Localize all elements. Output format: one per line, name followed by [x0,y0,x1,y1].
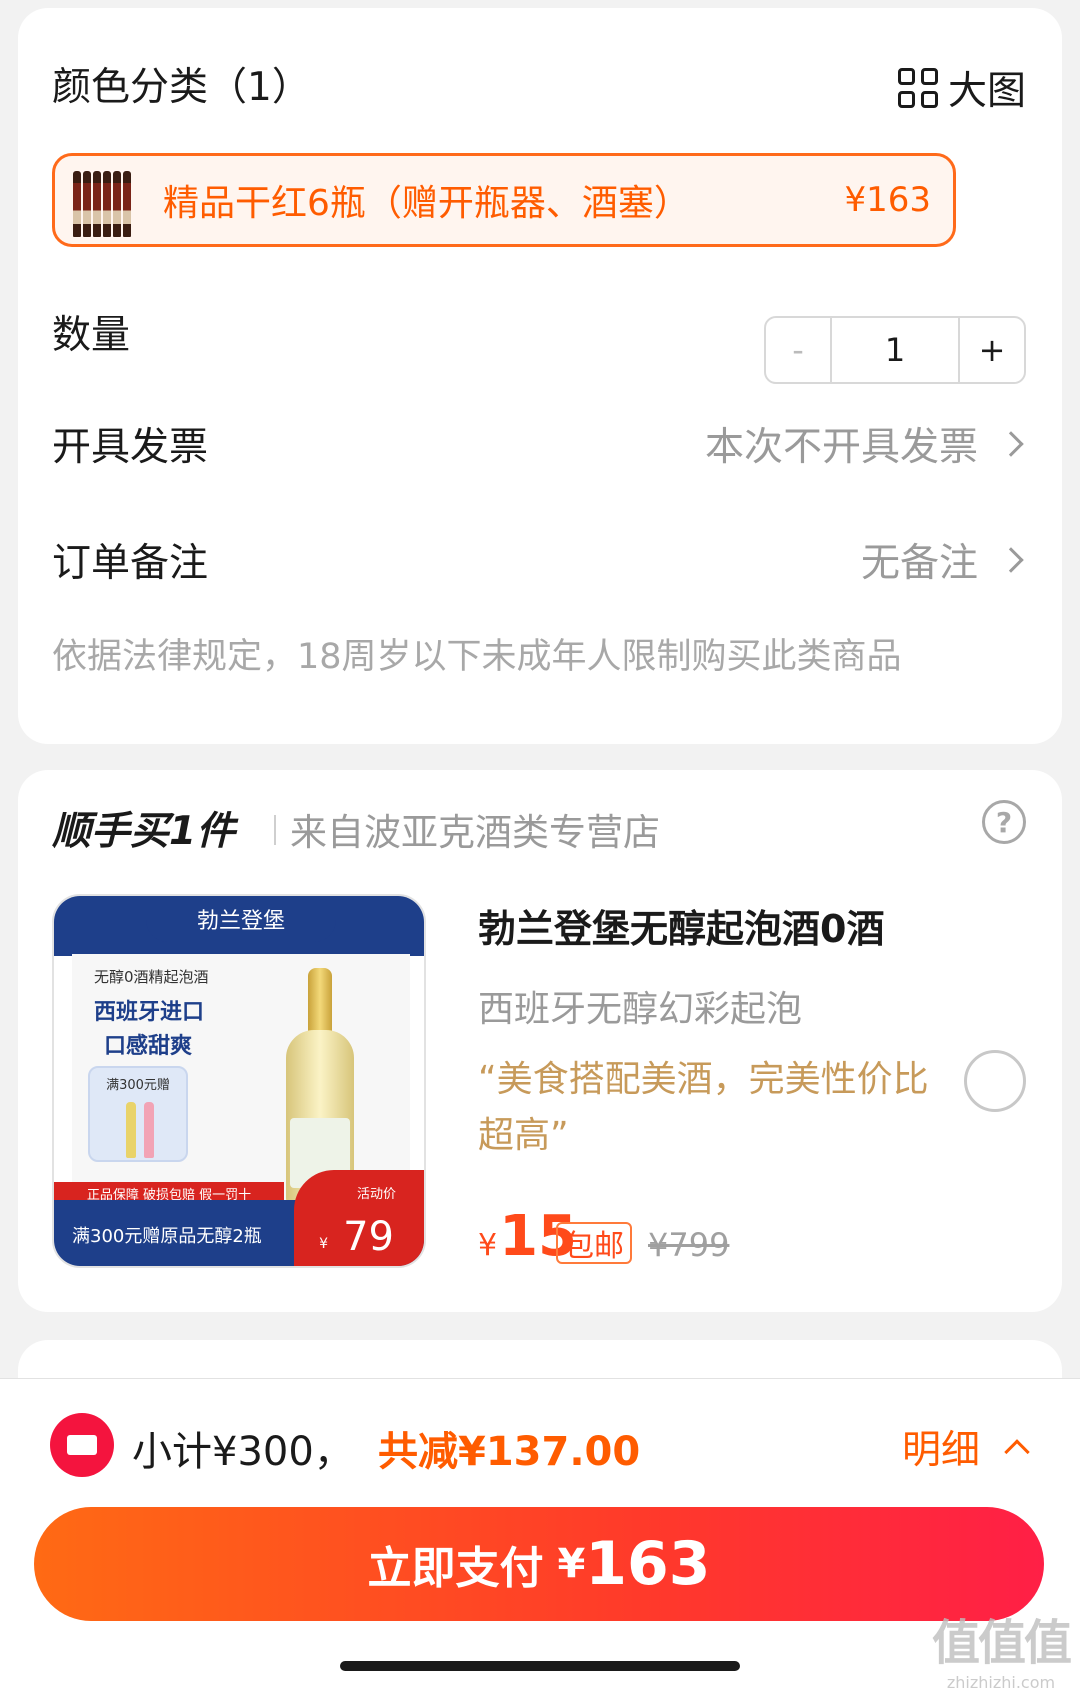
product-subtitle: 西班牙无醇幻彩起泡 [478,989,803,1030]
pay-now-button[interactable]: 立即支付 ¥ 163 [34,1507,1044,1621]
quantity-label: 数量 [52,313,131,358]
invoice-label: 开具发票 [52,425,209,470]
checkout-bar: 小计¥300， 共减¥137.00 明细 立即支付 ¥ 163 值值值 zhiz… [0,1378,1080,1688]
sku-option-selected[interactable]: 精品干红6瓶（赠开瓶器、酒塞） ¥163 [52,153,956,247]
brand-logo: 勃兰登堡 [146,896,336,942]
subtotal-text: 小计¥300， [132,1429,354,1475]
product-title[interactable]: 勃兰登堡无醇起泡酒0酒 [478,898,884,953]
invoice-value: 本次不开具发票 [704,425,978,470]
addon-select-radio[interactable] [964,1050,1026,1112]
addon-card: 顺手买1件 来自波亚克酒类专营店 ? 勃兰登堡 无醇0酒精起泡酒 西班牙进口 口… [18,770,1062,1312]
invoice-selector[interactable]: 本次不开具发票 [705,416,1026,472]
grid-icon [897,68,938,108]
chevron-right-icon [998,431,1024,457]
remark-value: 无备注 [860,541,978,586]
quantity-value[interactable]: 1 [832,318,958,382]
age-restriction-note: 依据法律规定，18周岁以下未成年人限制购买此类商品 [52,637,902,677]
gift-bottles-image: 满300元赠 [88,1066,188,1162]
home-indicator [340,1661,740,1671]
sku-section-title: 颜色分类（1） [52,65,311,110]
sku-option-name: 精品干红6瓶（赠开瓶器、酒塞） [163,183,690,224]
wine-bottles-thumbnail [73,163,133,237]
divider [274,815,276,845]
free-shipping-badge: 包邮 [556,1222,632,1264]
watermark: 值值值 zhizhizhi.com [931,1615,1072,1688]
quantity-stepper: - 1 + [764,316,1026,384]
quantity-decrement-button[interactable]: - [766,318,832,382]
order-options-card: 颜色分类（1） 大图 精品干红6瓶（赠开瓶器、酒塞） ¥163 数量 - 1 +… [18,8,1062,744]
remark-selector[interactable]: 无备注 [861,532,1026,588]
addon-title: 顺手买1件 [52,809,236,854]
chevron-up-icon [1004,1439,1030,1465]
product-image[interactable]: 勃兰登堡 无醇0酒精起泡酒 西班牙进口 口感甜爽 满300元赠 正品保障 破损包… [52,894,426,1268]
help-icon[interactable]: ? [982,800,1026,844]
chevron-right-icon [998,547,1024,573]
sku-option-price: ¥163 [844,180,931,220]
remark-label: 订单备注 [52,541,209,586]
addon-store-name: 来自波亚克酒类专营店 [290,811,660,854]
big-image-label: 大图 [947,69,1026,114]
coupon-icon [50,1413,114,1477]
big-image-toggle[interactable]: 大图 [897,60,1026,116]
discount-text: 共减¥137.00 [378,1429,641,1475]
original-price: ¥799 [648,1226,730,1264]
quantity-increment-button[interactable]: + [958,318,1024,382]
price-detail-toggle[interactable]: 明细 [901,1419,1030,1475]
detail-label: 明细 [901,1428,980,1473]
product-quote: “美食搭配美酒，完美性价比超高” [478,1059,929,1156]
